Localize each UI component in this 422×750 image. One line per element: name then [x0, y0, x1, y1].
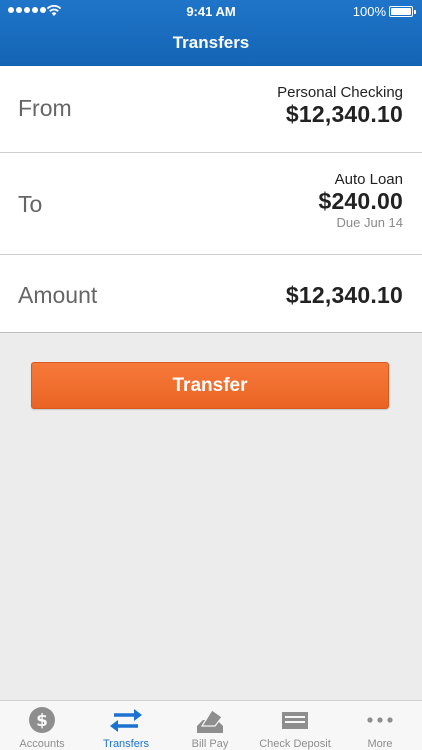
battery-percent: 100% — [352, 4, 386, 19]
to-account-info: Auto Loan $240.00 Due Jun 14 — [318, 171, 403, 230]
tab-bar: $ Accounts Transfers Bill Pay Check Depo… — [0, 700, 422, 750]
check-icon — [282, 712, 308, 729]
tab-more-label: More — [367, 738, 393, 750]
battery-icon — [389, 6, 416, 17]
transfer-arrows-icon — [110, 709, 142, 732]
to-account-amount: $240.00 — [318, 188, 403, 214]
page-title: Transfers — [172, 33, 250, 52]
from-account-row[interactable]: From Personal Checking $12,340.10 — [0, 66, 422, 153]
to-label: To — [18, 191, 43, 217]
tab-transfers-label: Transfers — [102, 738, 150, 750]
svg-text:$: $ — [36, 711, 48, 731]
amount-value: $12,340.10 — [285, 282, 403, 308]
to-due-date: Due Jun 14 — [336, 215, 404, 230]
tab-bill-pay[interactable]: Bill Pay — [168, 701, 252, 750]
amount-row[interactable]: Amount $12,340.10 — [0, 255, 422, 333]
from-account-info: Personal Checking $12,340.10 — [277, 84, 403, 128]
nav-header: 9:41 AM 100% Transfers — [0, 0, 422, 66]
transfer-button[interactable]: Transfer — [31, 362, 389, 409]
to-account-row[interactable]: To Auto Loan $240.00 Due Jun 14 — [0, 153, 422, 255]
more-dots-icon — [367, 717, 393, 723]
dollar-circle-icon: $ — [29, 707, 55, 733]
tab-accounts[interactable]: $ Accounts — [0, 701, 84, 750]
from-account-name: Personal Checking — [277, 84, 403, 101]
from-label: From — [18, 95, 72, 121]
status-bar: 9:41 AM 100% — [0, 0, 422, 22]
to-account-name: Auto Loan — [334, 171, 403, 188]
bill-pay-icon — [197, 709, 223, 733]
tab-check-deposit[interactable]: Check Deposit — [252, 701, 338, 750]
tab-more[interactable]: More — [338, 701, 422, 750]
from-account-balance: $12,340.10 — [285, 101, 403, 127]
amount-value-container: $12,340.10 — [286, 282, 403, 309]
tab-transfers[interactable]: Transfers — [84, 701, 168, 750]
tab-accounts-label: Accounts — [19, 738, 65, 750]
amount-label: Amount — [18, 282, 98, 308]
tab-check-deposit-label: Check Deposit — [259, 738, 331, 750]
tab-bill-pay-label: Bill Pay — [191, 738, 229, 750]
